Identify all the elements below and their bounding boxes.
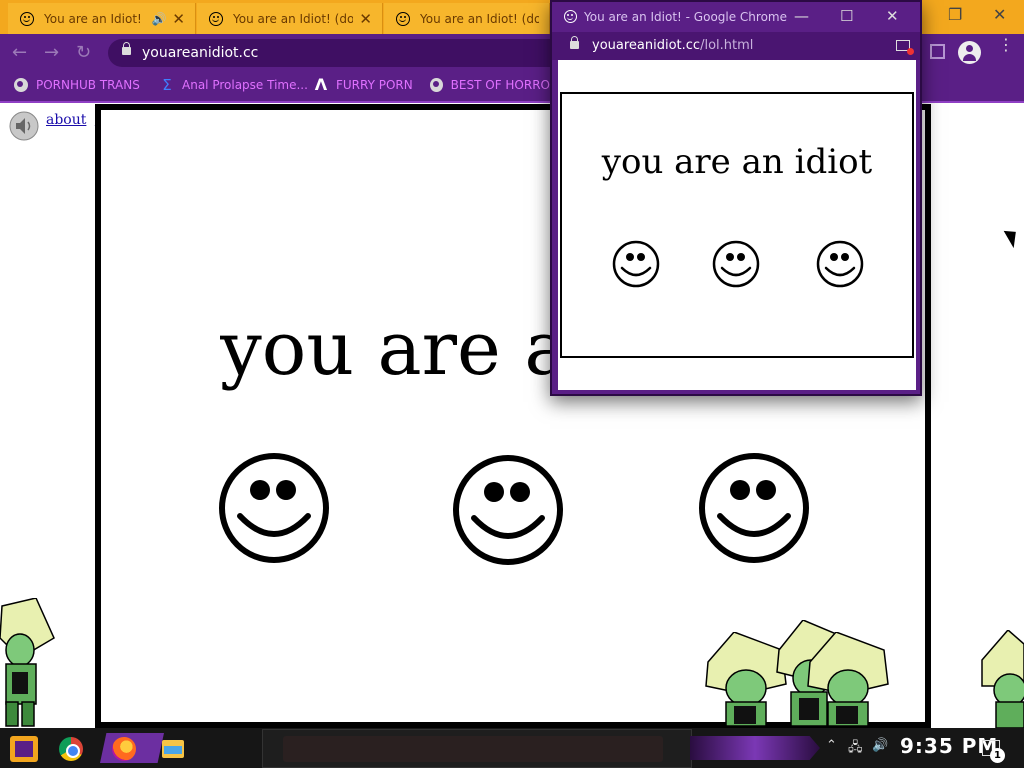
bookmark-label: FURRY PORN [336,78,413,92]
forward-icon[interactable]: → [44,42,59,63]
close-window-icon[interactable]: ✕ [993,5,1006,24]
file-explorer-icon[interactable] [162,740,184,758]
bookmark-item[interactable]: PORNHUB TRANS [14,78,140,92]
tab-title: You are an Idiot! (do [420,11,539,26]
back-icon[interactable]: ← [12,42,27,63]
restore-icon[interactable]: ❐ [948,5,962,24]
url-host: youareanidiot.cc [592,38,701,53]
chevron-up-icon[interactable]: ⌃ [826,738,837,753]
notification-badge: 1 [990,748,1005,763]
globe-icon [14,78,28,92]
maximize-icon[interactable]: ☐ [840,7,853,25]
tab-title: You are an Idiot! (do [233,11,354,26]
smiley-icon [612,240,660,288]
popup-url: youareanidiot.cc/lol.html [592,38,753,53]
about-link[interactable]: about [46,112,86,128]
lock-icon[interactable] [570,36,579,49]
tab-1[interactable]: You are an Idiot! 🔊 ✕ [8,3,196,34]
tab-3[interactable]: You are an Idiot! (do [384,3,550,34]
close-window-icon[interactable]: ✕ [886,7,899,25]
smiley-favicon-icon [564,10,577,23]
preview-thumbnail [283,736,663,762]
speaker-icon[interactable]: 🔊 [151,12,166,26]
lock-icon[interactable] [122,42,131,55]
smiley-favicon-icon [396,11,410,26]
bookmark-item[interactable]: Σ Anal Prolapse Time... [160,76,308,94]
close-tab-icon[interactable]: ✕ [172,10,185,28]
peridot-sprite-icon [981,630,1024,728]
sigma-icon: Σ [162,76,172,94]
taskbar-decoration [690,736,820,760]
popup-content-frame [560,92,914,358]
lambda-icon: Λ [314,75,328,94]
smiley-icon [699,453,809,563]
chrome-icon[interactable] [59,737,83,761]
popup-window[interactable]: You are an Idiot! - Google Chrome — ☐ ✕ … [550,0,922,396]
peridot-sprite-icon [807,632,889,727]
address-text: youareanidiot.cc [142,45,259,61]
tab-title: You are an Idiot! [44,11,142,26]
reading-list-icon[interactable] [930,44,945,59]
popup-title: You are an Idiot! - Google Chrome [584,10,787,24]
smiley-favicon-icon [209,11,223,26]
bookmark-label: Anal Prolapse Time... [182,78,308,92]
minimize-icon[interactable]: — [794,7,809,25]
taskbar-window-preview[interactable] [262,729,692,768]
bookmark-label: BEST OF HORRO [450,78,550,92]
smiley-icon [219,453,329,563]
bookmark-label: PORNHUB TRANS [36,78,140,92]
speaker-icon[interactable] [8,110,40,142]
headline: you are an idiot [220,306,550,392]
popup-address-bar[interactable]: youareanidiot.cc/lol.html [552,32,920,60]
close-tab-icon[interactable]: ✕ [359,10,372,28]
popup-blocked-icon[interactable] [896,40,914,55]
reload-icon[interactable]: ↻ [76,42,91,63]
popup-page: you are an idiot [558,60,916,390]
popup-headline: you are an idiot [601,142,873,182]
globe-icon [430,78,443,92]
mouse-cursor-icon [1003,225,1023,249]
menu-icon[interactable]: ⋮ [998,37,1014,53]
profile-avatar-icon[interactable] [958,41,981,64]
smiley-icon [453,455,563,565]
url-path: /lol.html [700,38,754,53]
peridot-sprite-icon [0,598,55,727]
popup-titlebar[interactable]: You are an Idiot! - Google Chrome — ☐ ✕ [552,2,920,32]
smiley-icon [816,240,864,288]
tab-2[interactable]: You are an Idiot! (do ✕ [197,3,383,34]
volume-icon[interactable]: 🔊 [872,738,888,753]
smiley-icon [712,240,760,288]
smiley-favicon-icon [20,11,34,26]
bookmark-item[interactable]: BEST OF HORRO [430,78,550,92]
bookmark-item[interactable]: Λ FURRY PORN [314,75,413,94]
network-icon[interactable]: 🖧 [848,738,863,760]
start-button[interactable] [10,736,38,762]
firefox-icon[interactable] [112,737,136,761]
